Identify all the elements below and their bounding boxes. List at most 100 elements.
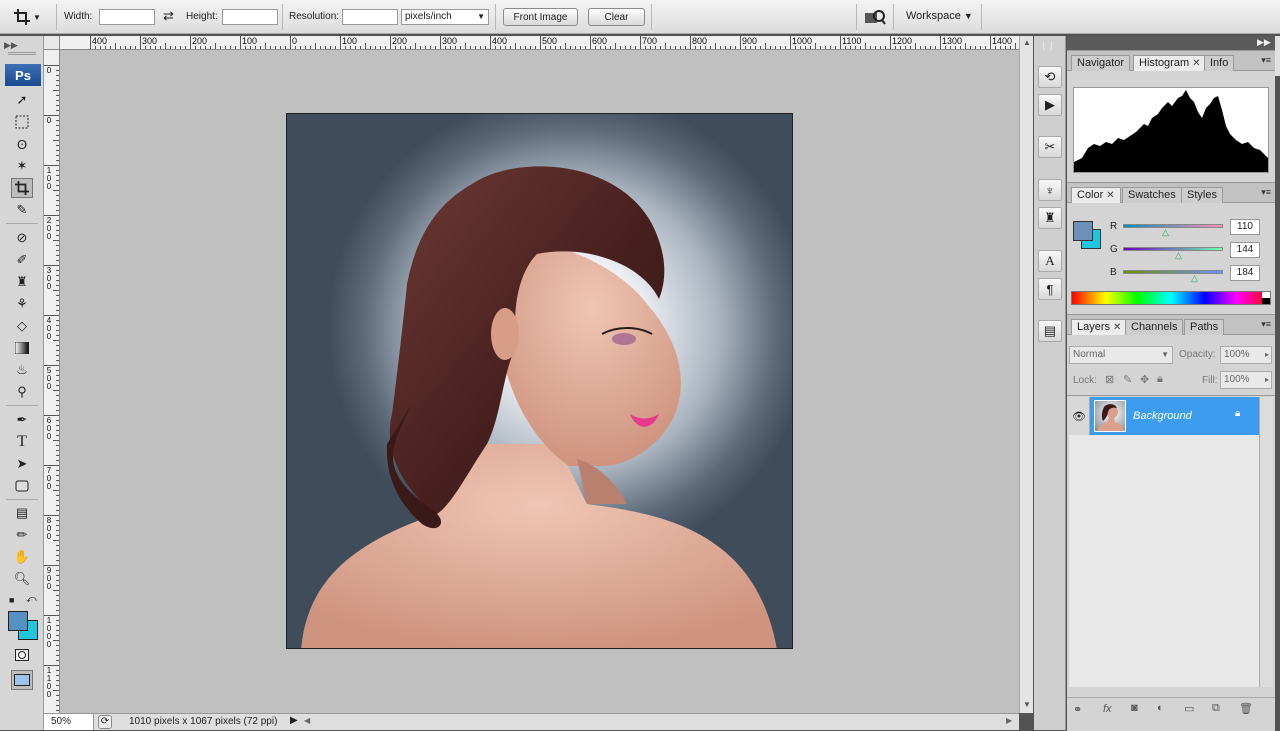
options-bar: ▼ Width: ⇄ Height: Resolution: pixels/in… <box>0 0 1280 34</box>
trash-icon[interactable]: 🗑︎ <box>1239 702 1253 715</box>
zoom-level[interactable]: 50% <box>44 714 94 730</box>
resolution-unit-select[interactable]: pixels/inch ▼ <box>401 9 489 25</box>
ruler-tick <box>845 46 846 49</box>
height-input[interactable] <box>222 9 278 25</box>
ruler-tick <box>285 46 286 49</box>
crop-tool-preset-icon[interactable]: ▼ <box>14 7 50 27</box>
opacity-input[interactable]: 100% ▸ <box>1220 346 1272 364</box>
ruler-tick <box>455 46 456 49</box>
tab-navigator[interactable]: Navigator <box>1071 55 1131 71</box>
new-layer-icon[interactable]: ⧉ <box>1212 702 1220 715</box>
clear-button[interactable]: Clear <box>588 8 645 26</box>
fill-input[interactable]: 100% ▸ <box>1220 371 1272 389</box>
photoshop-logo[interactable]: Ps <box>5 64 41 86</box>
ruler-tick <box>685 46 686 49</box>
blend-mode-value: Normal <box>1073 349 1106 360</box>
b-value-input[interactable]: 184 <box>1230 265 1260 281</box>
brushes-icon[interactable]: ♆ <box>1038 179 1062 201</box>
visibility-eye-icon[interactable]: 👁︎ <box>1069 397 1090 435</box>
front-image-button[interactable]: Front Image <box>503 8 578 26</box>
ruler-tick <box>115 43 116 49</box>
ruler-tick <box>56 600 59 601</box>
ruler-tick <box>56 450 59 451</box>
status-arrow-icon[interactable]: ▶ <box>290 715 298 726</box>
tab-histogram[interactable]: Histogram ✕ <box>1133 55 1207 71</box>
scroll-up-icon[interactable]: ▲ <box>1023 38 1031 47</box>
ruler-tick <box>53 90 59 91</box>
vertical-scrollbar[interactable]: ▲ ▼ <box>1019 36 1033 713</box>
ruler-tick <box>56 210 59 211</box>
collapse-dock-icon[interactable]: ❘❘ <box>1040 40 1055 51</box>
paragraph-icon[interactable]: ¶ <box>1038 278 1062 300</box>
color-fg-swatch[interactable] <box>1073 221 1093 241</box>
lock-image-icon[interactable]: ✎ <box>1123 373 1132 386</box>
ruler-tick <box>56 675 59 676</box>
scroll-right-icon[interactable]: ▶ <box>1006 716 1012 725</box>
ruler-tick <box>545 46 546 49</box>
tab-swatches[interactable]: Swatches <box>1122 187 1182 203</box>
collapse-arrows-icon[interactable]: ▶▶ <box>4 40 18 51</box>
scroll-grip[interactable] <box>1275 36 1280 76</box>
ruler-tick <box>420 46 421 49</box>
layer-style-icon[interactable]: fx <box>1103 703 1112 715</box>
new-group-icon[interactable]: ▭ <box>1184 702 1194 715</box>
adjustment-layer-icon[interactable]: ◐ <box>1157 702 1164 714</box>
r-slider[interactable] <box>1123 224 1223 228</box>
layer-row-background[interactable]: Background 🔒︎ <box>1090 397 1259 435</box>
ruler-tick-label: 6 0 0 <box>46 416 52 441</box>
tab-info[interactable]: Info <box>1204 55 1235 71</box>
ruler-tick <box>44 115 59 116</box>
ruler-tick <box>56 550 59 551</box>
panel-menu-icon[interactable]: ▾≡ <box>1261 55 1271 66</box>
ruler-origin[interactable] <box>44 36 60 50</box>
bridge-icon[interactable] <box>864 9 886 25</box>
ruler-tick <box>575 46 576 49</box>
ruler-tick <box>645 46 646 49</box>
scroll-left-icon[interactable]: ◀ <box>304 716 310 725</box>
ruler-tick <box>56 485 59 486</box>
r-value-input[interactable]: 110 <box>1230 219 1260 235</box>
panel-menu-icon[interactable]: ▾≡ <box>1261 319 1271 330</box>
swap-arrows-icon[interactable]: ⇄ <box>163 8 174 24</box>
blend-mode-select[interactable]: Normal ▼ <box>1069 346 1173 364</box>
actions-icon[interactable]: ▶ <box>1038 94 1062 116</box>
layer-mask-icon[interactable]: ◙ <box>1131 702 1138 714</box>
ruler-tick <box>700 46 701 49</box>
color-spectrum-bar[interactable] <box>1071 291 1271 305</box>
ruler-tick-label: 1300 <box>942 36 963 46</box>
layers-scrollbar[interactable] <box>1259 397 1273 687</box>
g-slider-thumb[interactable]: △ <box>1175 250 1182 261</box>
tab-layers[interactable]: Layers ✕ <box>1071 319 1128 335</box>
ruler-tick <box>56 580 59 581</box>
scroll-down-icon[interactable]: ▼ <box>1023 700 1031 709</box>
layer-comps-icon[interactable]: ▤ <box>1038 320 1062 342</box>
link-layers-icon[interactable]: ⚭ <box>1073 703 1082 716</box>
resolution-input[interactable] <box>342 9 398 25</box>
toolbox-grip[interactable] <box>8 52 36 55</box>
panel-menu-icon[interactable]: ▾≡ <box>1261 187 1271 198</box>
lock-position-icon[interactable]: ✥ <box>1140 373 1149 386</box>
b-slider[interactable] <box>1123 270 1223 274</box>
tab-color[interactable]: Color ✕ <box>1071 187 1121 203</box>
document-image[interactable] <box>286 113 793 649</box>
g-value-input[interactable]: 144 <box>1230 242 1260 258</box>
expand-panels-icon[interactable]: ▶▶ <box>1257 37 1271 48</box>
r-slider-thumb[interactable]: △ <box>1162 227 1169 238</box>
tab-paths[interactable]: Paths <box>1184 319 1225 335</box>
ruler-tick <box>56 150 59 151</box>
tab-styles[interactable]: Styles <box>1181 187 1223 203</box>
g-slider[interactable] <box>1123 247 1223 251</box>
ruler-tick <box>475 46 476 49</box>
width-input[interactable] <box>99 9 155 25</box>
history-icon[interactable]: ⟲ <box>1038 66 1062 88</box>
tool-presets-icon[interactable]: ✂ <box>1038 136 1062 158</box>
b-slider-thumb[interactable]: △ <box>1191 273 1198 284</box>
ruler-tick <box>53 390 59 391</box>
clone-source-icon[interactable]: ♜ <box>1038 207 1062 229</box>
status-menu-icon[interactable]: ⟳ <box>98 715 112 729</box>
workspace-menu[interactable]: Workspace ▼ <box>906 10 973 22</box>
character-icon[interactable]: A <box>1038 250 1062 272</box>
tab-channels[interactable]: Channels <box>1125 319 1184 335</box>
lock-transparency-icon[interactable]: ⊠ <box>1105 373 1114 386</box>
lock-all-icon[interactable]: 🔒︎ <box>1157 373 1163 386</box>
